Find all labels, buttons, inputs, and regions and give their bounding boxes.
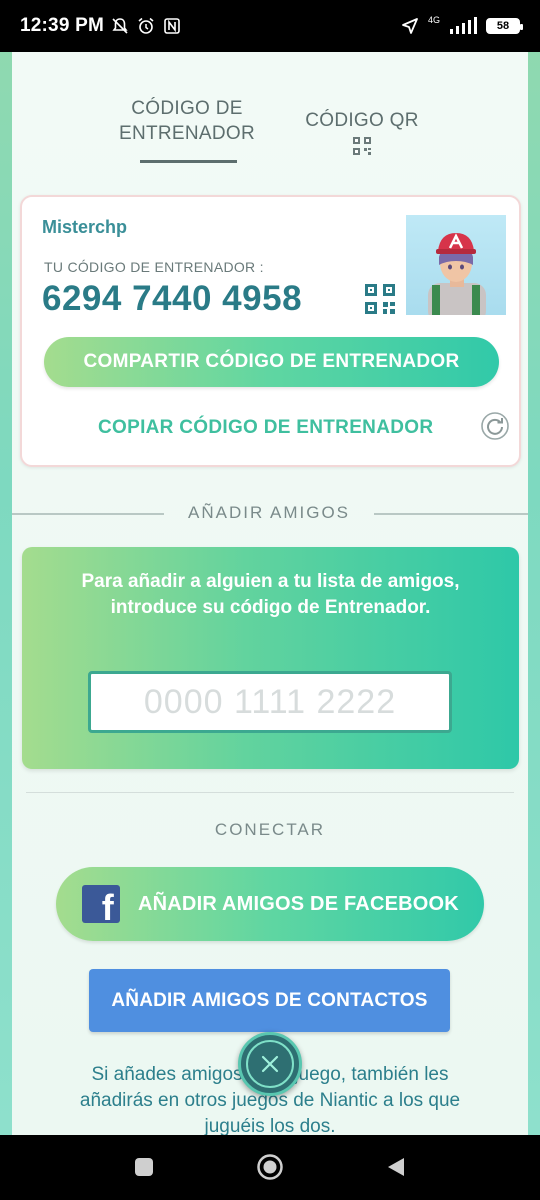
add-friend-instructions: Para añadir a alguien a tu lista de amig… xyxy=(81,571,460,618)
system-nav-bar xyxy=(0,1135,540,1200)
location-icon xyxy=(400,16,420,36)
trainer-avatar[interactable] xyxy=(406,215,506,315)
alarm-icon xyxy=(136,16,156,36)
trainer-name: Misterchp xyxy=(42,217,128,237)
trainer-code-value: 6294 7440 4958 xyxy=(42,279,303,318)
add-facebook-friends-button[interactable]: f AÑADIR AMIGOS DE FACEBOOK xyxy=(56,867,484,941)
add-friends-title: AÑADIR AMIGOS xyxy=(187,503,351,522)
add-facebook-friends-label: AÑADIR AMIGOS DE FACEBOOK xyxy=(138,892,459,915)
add-contacts-friends-button[interactable]: AÑADIR AMIGOS DE CONTACTOS xyxy=(89,969,450,1032)
connect-title: CONECTAR xyxy=(214,820,326,839)
tab-qr-code[interactable]: CÓDIGO QR xyxy=(292,108,432,155)
network-type: 4G xyxy=(427,14,440,25)
trainer-code-card: Misterchp TU CÓDIGO DE ENTRENADOR : 6294… xyxy=(20,195,521,467)
battery-level: 58 xyxy=(496,20,510,32)
close-button[interactable] xyxy=(238,1032,302,1096)
signal-icon xyxy=(448,16,478,36)
tab-trainer-code[interactable]: CÓDIGO DE ENTRENADOR xyxy=(112,96,262,146)
status-time: 12:39 PM xyxy=(20,15,104,36)
mute-icon xyxy=(110,16,130,36)
active-tab-indicator xyxy=(140,160,237,163)
friends-screen: CÓDIGO DE ENTRENADOR CÓDIGO QR Misterchp… xyxy=(0,52,540,1135)
qr-code-icon[interactable] xyxy=(364,283,396,315)
home-button[interactable] xyxy=(256,1153,284,1181)
battery-icon: 58 xyxy=(486,18,523,34)
qr-code-icon xyxy=(353,137,371,155)
connect-divider xyxy=(26,792,514,793)
close-icon xyxy=(246,1040,294,1088)
facebook-icon: f xyxy=(82,885,120,923)
tab-qr-code-label: CÓDIGO QR xyxy=(305,110,419,131)
friend-code-input[interactable] xyxy=(88,671,452,733)
back-button[interactable] xyxy=(382,1153,410,1181)
divider-left xyxy=(12,513,164,515)
trainer-code-label: TU CÓDIGO DE ENTRENADOR : xyxy=(44,259,264,275)
share-trainer-code-button[interactable]: COMPARTIR CÓDIGO DE ENTRENADOR xyxy=(44,337,499,387)
divider-right xyxy=(374,513,528,515)
tab-trainer-code-line2: ENTRENADOR xyxy=(118,123,255,144)
nfc-icon xyxy=(162,16,182,36)
tab-trainer-code-line1: CÓDIGO DE xyxy=(131,98,243,119)
refresh-icon[interactable] xyxy=(480,411,510,441)
recents-button[interactable] xyxy=(130,1153,158,1181)
status-bar: 12:39 PM 4G 58 xyxy=(0,0,540,52)
copy-trainer-code-button[interactable]: COPIAR CÓDIGO DE ENTRENADOR xyxy=(98,417,433,439)
add-friend-box: Para añadir a alguien a tu lista de amig… xyxy=(22,547,519,769)
